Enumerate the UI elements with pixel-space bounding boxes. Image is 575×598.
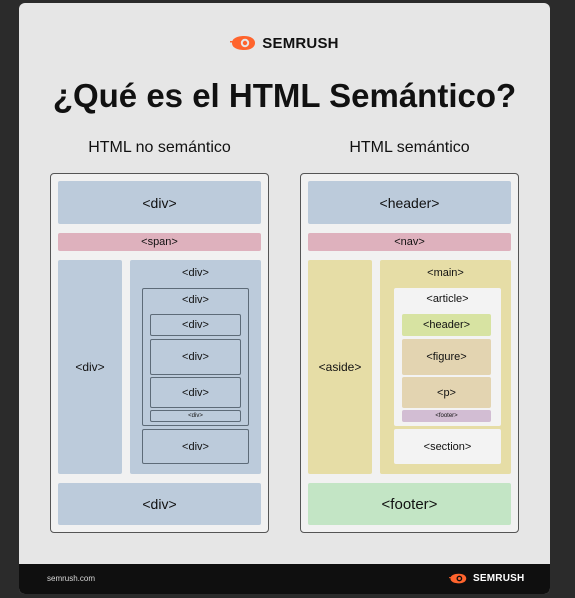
page-title: ¿Qué es el HTML Semántico? — [52, 77, 517, 114]
right-panel-heading: HTML semántico — [349, 139, 470, 156]
p-block: <p> — [402, 377, 491, 408]
div-right-column-label: <div> — [182, 267, 209, 279]
div-side-block: <div> — [58, 260, 122, 474]
nav-block: <nav> — [308, 233, 511, 251]
div-nested-3: <div> — [150, 377, 241, 408]
div-lower-box: <div> — [142, 429, 249, 464]
aside-block: <aside> — [308, 260, 372, 474]
figure-block: <figure> — [402, 339, 491, 375]
div-nested-2: <div> — [150, 339, 241, 375]
semrush-flame-icon — [449, 573, 467, 583]
semrush-flame-icon — [230, 36, 256, 50]
div-bottom-block: <div> — [58, 483, 261, 525]
div-inner-box-label: <div> — [182, 294, 209, 306]
div-tiny: <div> — [150, 410, 241, 422]
main-block-label: <main> — [427, 267, 464, 279]
article-header-block: <header> — [402, 314, 491, 336]
section-block: <section> — [394, 429, 501, 464]
infographic-card: SEMRUSH ¿Qué es el HTML Semántico? HTML … — [19, 3, 550, 594]
div-top-block: <div> — [58, 181, 261, 224]
brand-name: SEMRUSH — [262, 34, 339, 52]
site-url[interactable]: semrush.com — [47, 574, 95, 583]
left-panel-heading: HTML no semántico — [88, 139, 231, 156]
footer-brand-name: SEMRUSH — [473, 572, 525, 584]
footer-brand-logo: SEMRUSH — [449, 572, 524, 584]
span-block: <span> — [58, 233, 261, 251]
div-nested-1: <div> — [150, 314, 241, 336]
article-block-label: <article> — [426, 293, 469, 305]
article-footer-block: <footer> — [402, 410, 491, 422]
brand-logo: SEMRUSH — [19, 33, 550, 53]
footer-block: <footer> — [308, 483, 511, 525]
header-block: <header> — [308, 181, 511, 224]
